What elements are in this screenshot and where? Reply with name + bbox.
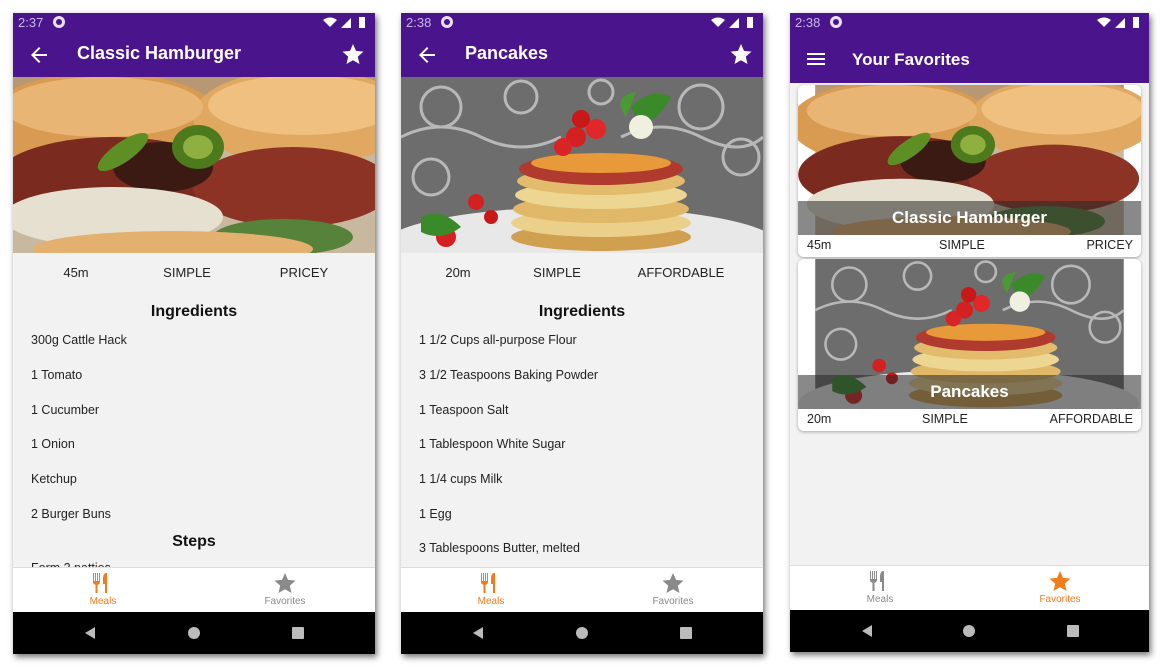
system-home-icon[interactable] xyxy=(188,627,200,639)
tab-meals-label: Meals xyxy=(89,596,117,607)
ingredient-item: 1 Egg xyxy=(419,507,452,521)
meal-info-row: 20m SIMPLE AFFORDABLE xyxy=(401,265,763,285)
meal-affordability: PRICEY xyxy=(1086,238,1133,252)
meal-info-row: 45m SIMPLE PRICEY xyxy=(13,265,375,285)
screen-meal-detail-pancakes: 2:38 Pancakes 20m SIMPLE AFFORDABLE Ingr… xyxy=(401,13,763,654)
notification-icon xyxy=(441,16,453,28)
signal-battery-icon xyxy=(1097,17,1139,28)
tab-favorites-label: Favorites xyxy=(264,596,306,607)
notification-icon xyxy=(53,16,65,28)
meal-info-row: 45m SIMPLE PRICEY xyxy=(798,238,1141,257)
meal-duration: 45m xyxy=(807,238,832,252)
ingredient-item: 3 Tablespoons Butter, melted xyxy=(419,541,580,555)
system-nav-bar xyxy=(401,612,763,654)
status-time: 2:38 xyxy=(795,15,821,30)
menu-icon[interactable] xyxy=(804,47,828,71)
system-nav-bar xyxy=(790,610,1149,652)
meal-complexity: SIMPLE xyxy=(163,265,211,280)
system-back-icon[interactable] xyxy=(473,627,483,639)
tab-meals-label: Meals xyxy=(866,594,894,605)
favorite-star-icon[interactable] xyxy=(729,42,753,66)
status-time: 2:37 xyxy=(18,15,44,30)
bottom-tab-bar: Meals Favorites xyxy=(790,565,1149,610)
meal-complexity: SIMPLE xyxy=(533,265,581,280)
ingredient-item: Ketchup xyxy=(31,472,77,486)
tab-favorites[interactable]: Favorites xyxy=(225,572,345,607)
cutlery-icon xyxy=(481,573,495,593)
ingredient-item: 1 Teaspoon Salt xyxy=(419,403,509,417)
page-title: Your Favorites xyxy=(852,50,970,69)
tab-favorites-label: Favorites xyxy=(1039,594,1081,605)
meal-complexity: SIMPLE xyxy=(922,412,968,426)
meal-image xyxy=(13,77,375,253)
status-bar: 2:38 xyxy=(790,13,1149,33)
ingredient-item: 1 Tablespoon White Sugar xyxy=(419,437,566,451)
page-title: Pancakes xyxy=(465,43,549,63)
status-time: 2:38 xyxy=(406,15,432,30)
screen-favorites: 2:38 Your Favorites Classic Hamburger 45… xyxy=(790,13,1149,652)
star-icon xyxy=(1049,571,1071,591)
ingredient-item: 2 Burger Buns xyxy=(31,507,111,521)
favorite-meal-card[interactable]: Classic Hamburger 45m SIMPLE PRICEY xyxy=(798,85,1141,257)
favorite-meal-card[interactable]: Pancakes 20m SIMPLE AFFORDABLE xyxy=(798,259,1141,431)
system-recents-icon[interactable] xyxy=(1067,625,1079,637)
app-bar: Classic Hamburger xyxy=(13,33,375,77)
meal-duration: 45m xyxy=(63,265,89,280)
system-back-icon[interactable] xyxy=(862,625,872,637)
steps-heading: Steps xyxy=(172,533,216,550)
meal-info-row: 20m SIMPLE AFFORDABLE xyxy=(798,412,1141,431)
ingredient-item: 1 Cucumber xyxy=(31,403,100,417)
screen-meal-detail-hamburger: 2:37 Classic Hamburger 45m SIMPLE PRICEY… xyxy=(13,13,375,654)
tab-meals[interactable]: Meals xyxy=(820,570,940,605)
bottom-tab-bar: Meals Favorites xyxy=(13,567,375,612)
ingredient-item: 1 1/4 cups Milk xyxy=(419,472,503,486)
cutlery-icon xyxy=(870,571,884,591)
meal-card-title: Pancakes xyxy=(798,375,1141,409)
status-bar: 2:37 xyxy=(13,13,375,33)
signal-battery-icon xyxy=(323,17,365,28)
favorite-star-icon[interactable] xyxy=(341,42,365,66)
back-arrow-icon[interactable] xyxy=(415,43,439,67)
page-title: Classic Hamburger xyxy=(77,43,242,63)
system-recents-icon[interactable] xyxy=(292,627,304,639)
star-icon xyxy=(662,573,684,593)
bottom-tab-bar: Meals Favorites xyxy=(401,567,763,612)
ingredients-heading: Ingredients xyxy=(150,303,238,320)
ingredient-item: 1 1/2 Cups all-purpose Flour xyxy=(419,333,577,347)
cutlery-icon xyxy=(93,573,107,593)
tab-favorites[interactable]: Favorites xyxy=(613,572,733,607)
system-home-icon[interactable] xyxy=(963,625,975,637)
tab-meals[interactable]: Meals xyxy=(431,572,551,607)
ingredient-item: 3 1/2 Teaspoons Baking Powder xyxy=(419,368,599,382)
app-bar: Your Favorites xyxy=(790,33,1149,83)
tab-meals[interactable]: Meals xyxy=(43,572,163,607)
ingredient-item: 1 Tomato xyxy=(31,368,83,382)
system-home-icon[interactable] xyxy=(576,627,588,639)
meal-card-title: Classic Hamburger xyxy=(798,201,1141,235)
app-bar: Pancakes xyxy=(401,33,763,77)
tab-favorites[interactable]: Favorites xyxy=(1000,570,1120,605)
ingredient-item: 300g Cattle Hack xyxy=(31,333,127,347)
back-arrow-icon[interactable] xyxy=(27,43,51,67)
notification-icon xyxy=(830,16,842,28)
system-back-icon[interactable] xyxy=(85,627,95,639)
meal-complexity: SIMPLE xyxy=(939,238,985,252)
system-nav-bar xyxy=(13,612,375,654)
ingredient-item: 1 Onion xyxy=(31,437,75,451)
status-bar: 2:38 xyxy=(401,13,763,33)
star-icon xyxy=(274,573,296,593)
system-recents-icon[interactable] xyxy=(680,627,692,639)
meal-image xyxy=(401,77,763,253)
meal-duration: 20m xyxy=(807,412,832,426)
meal-affordability: AFFORDABLE xyxy=(637,265,725,280)
meal-affordability: AFFORDABLE xyxy=(1049,412,1133,426)
signal-battery-icon xyxy=(711,17,753,28)
tab-favorites-label: Favorites xyxy=(652,596,694,607)
tab-meals-label: Meals xyxy=(477,596,505,607)
ingredients-heading: Ingredients xyxy=(538,303,626,320)
meal-affordability: PRICEY xyxy=(279,265,329,280)
